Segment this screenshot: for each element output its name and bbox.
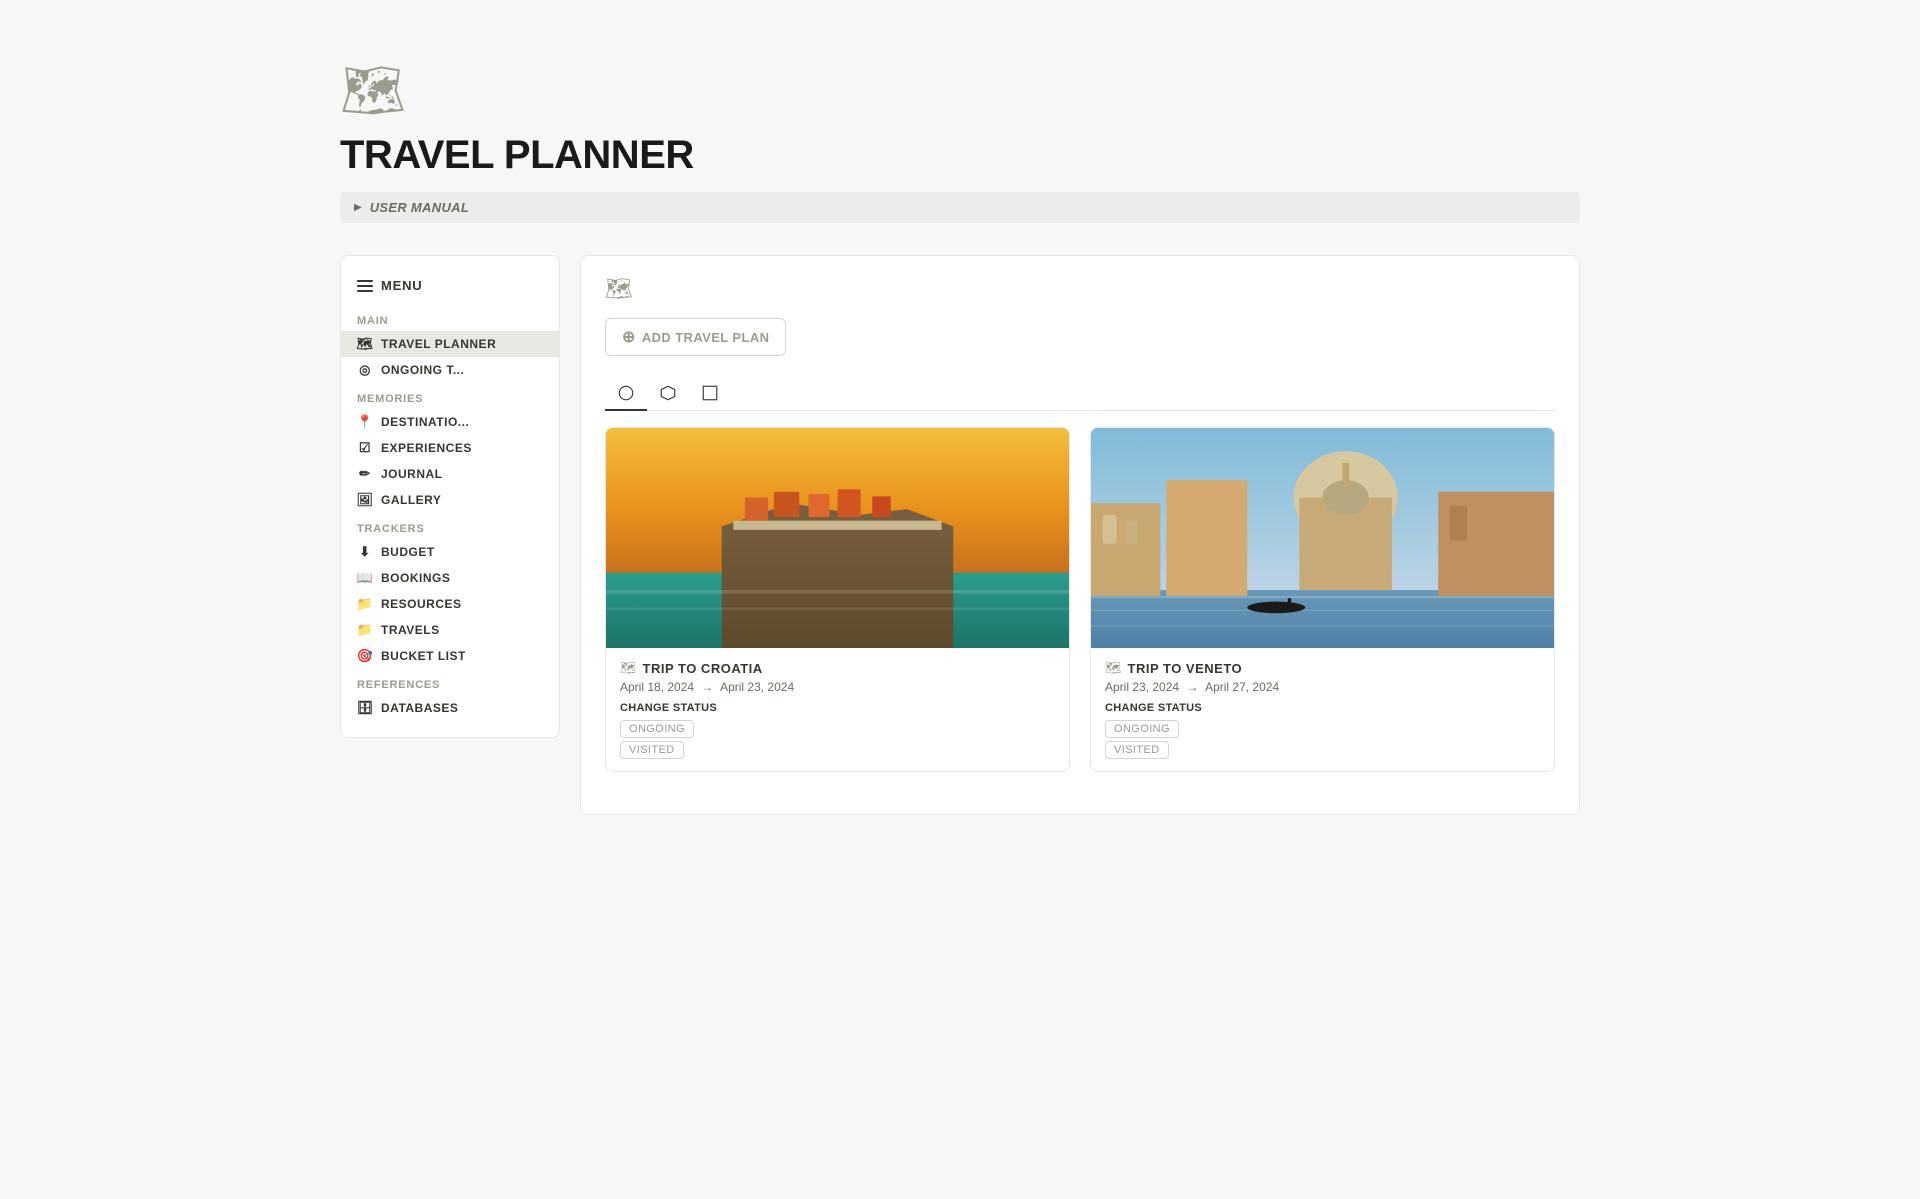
sidebar-item-bucket-list[interactable]: 🎯 BUCKET LIST — [341, 643, 559, 669]
croatia-card-dates: April 18, 2024 → April 23, 2024 — [620, 680, 1055, 694]
bucket-list-icon: 🎯 — [357, 648, 373, 664]
veneto-card-icon: 🗺 — [1105, 660, 1122, 676]
tab-square-view[interactable] — [689, 376, 731, 410]
panel-map-icon: 🗺 — [605, 276, 1555, 302]
croatia-status-ongoing[interactable]: ONGOING — [620, 720, 694, 738]
sidebar-item-databases[interactable]: 🗄 DATABASES — [341, 695, 559, 721]
veneto-status-ongoing[interactable]: ONGOING — [1105, 720, 1179, 738]
travel-card-veneto[interactable]: 🗺 TRIP TO VENETO April 23, 2024 → April … — [1090, 427, 1555, 772]
sidebar-item-bookings[interactable]: 📖 BOOKINGS — [341, 565, 559, 591]
croatia-title-row: 🗺 TRIP TO CROATIA — [620, 660, 1055, 676]
hamburger-icon — [357, 280, 373, 292]
veneto-date-end: April 27, 2024 — [1205, 680, 1279, 694]
user-manual-arrow-icon: ▶ — [354, 202, 362, 213]
travels-icon: 📁 — [357, 622, 373, 638]
sidebar-menu-header: MENU — [341, 272, 559, 305]
page-container: 🗺 TRAVEL PLANNER ▶ USER MANUAL MENU MAIN… — [260, 0, 1660, 875]
page-icon: 🗺 — [340, 60, 1580, 121]
budget-icon: ⬇ — [357, 544, 373, 560]
sidebar-item-destinations[interactable]: 📍 DESTINATIO... — [341, 409, 559, 435]
sidebar-item-budget[interactable]: ⬇ BUDGET — [341, 539, 559, 565]
travel-planner-icon: 🗺 — [357, 336, 373, 352]
tab-circle-view[interactable] — [605, 376, 647, 410]
croatia-status-badges: ONGOING VISITED — [620, 720, 1055, 759]
user-manual-bar[interactable]: ▶ USER MANUAL — [340, 192, 1580, 223]
plus-icon: ⊕ — [622, 327, 636, 347]
add-travel-plan-button[interactable]: ⊕ ADD TRAVEL PLAN — [605, 318, 786, 356]
croatia-date-end: April 23, 2024 — [720, 680, 794, 694]
veneto-status-badges: ONGOING VISITED — [1105, 720, 1540, 759]
sidebar: MENU MAIN 🗺 TRAVEL PLANNER ◎ ONGOING T..… — [340, 255, 560, 738]
circle-view-icon — [617, 384, 635, 402]
gallery-icon: 🖼 — [357, 492, 373, 508]
croatia-card-title: TRIP TO CROATIA — [643, 661, 763, 676]
sidebar-item-label: TRAVEL PLANNER — [381, 337, 496, 351]
ongoing-icon: ◎ — [357, 362, 373, 378]
section-title-main: MAIN — [341, 305, 559, 331]
view-tabs — [605, 376, 1555, 411]
sidebar-item-label: ONGOING T... — [381, 363, 464, 377]
section-title-references: REFERENCES — [341, 669, 559, 695]
sidebar-item-travel-planner[interactable]: 🗺 TRAVEL PLANNER — [341, 331, 559, 357]
sidebar-item-travels[interactable]: 📁 TRAVELS — [341, 617, 559, 643]
resources-icon: 📁 — [357, 596, 373, 612]
section-title-trackers: TRACKERS — [341, 513, 559, 539]
sidebar-item-label: EXPERIENCES — [381, 441, 472, 455]
section-title-memories: MEMORIES — [341, 383, 559, 409]
experiences-icon: ☑ — [357, 440, 373, 456]
sidebar-item-label: RESOURCES — [381, 597, 462, 611]
veneto-card-image — [1091, 428, 1554, 648]
croatia-card-body: 🗺 TRIP TO CROATIA April 18, 2024 → April… — [606, 648, 1069, 771]
croatia-card-icon: 🗺 — [620, 660, 637, 676]
sidebar-item-experiences[interactable]: ☑ EXPERIENCES — [341, 435, 559, 461]
date-arrow-icon: → — [1186, 680, 1198, 694]
tab-hexagon-view[interactable] — [647, 376, 689, 410]
sidebar-item-label: TRAVELS — [381, 623, 440, 637]
travel-card-croatia[interactable]: 🗺 TRIP TO CROATIA April 18, 2024 → April… — [605, 427, 1070, 772]
main-panel: 🗺 ⊕ ADD TRAVEL PLAN — [580, 255, 1580, 815]
add-travel-btn-label: ADD TRAVEL PLAN — [642, 330, 770, 345]
databases-icon: 🗄 — [357, 700, 373, 716]
croatia-status-visited[interactable]: VISITED — [620, 741, 684, 759]
sidebar-item-label: JOURNAL — [381, 467, 443, 481]
croatia-card-image — [606, 428, 1069, 648]
sidebar-item-label: BUDGET — [381, 545, 435, 559]
user-manual-label: USER MANUAL — [370, 200, 469, 215]
menu-label: MENU — [381, 278, 422, 293]
sidebar-item-label: GALLERY — [381, 493, 441, 507]
content-area: MENU MAIN 🗺 TRAVEL PLANNER ◎ ONGOING T..… — [340, 255, 1580, 815]
bookings-icon: 📖 — [357, 570, 373, 586]
square-view-icon — [701, 384, 719, 402]
sidebar-item-gallery[interactable]: 🖼 GALLERY — [341, 487, 559, 513]
sidebar-item-journal[interactable]: ✏ JOURNAL — [341, 461, 559, 487]
cards-grid: 🗺 TRIP TO CROATIA April 18, 2024 → April… — [605, 427, 1555, 772]
veneto-card-title: TRIP TO VENETO — [1128, 661, 1243, 676]
sidebar-item-ongoing[interactable]: ◎ ONGOING T... — [341, 357, 559, 383]
veneto-title-row: 🗺 TRIP TO VENETO — [1105, 660, 1540, 676]
hexagon-view-icon — [659, 384, 677, 402]
sidebar-item-label: DATABASES — [381, 701, 458, 715]
croatia-date-start: April 18, 2024 — [620, 680, 694, 694]
veneto-card-dates: April 23, 2024 → April 27, 2024 — [1105, 680, 1540, 694]
sidebar-item-label: BOOKINGS — [381, 571, 450, 585]
sidebar-item-label: BUCKET LIST — [381, 649, 466, 663]
date-arrow-icon: → — [701, 680, 713, 694]
destinations-icon: 📍 — [357, 414, 373, 430]
sidebar-item-resources[interactable]: 📁 RESOURCES — [341, 591, 559, 617]
croatia-change-status-label: CHANGE STATUS — [620, 702, 1055, 714]
page-title: TRAVEL PLANNER — [340, 133, 1580, 178]
veneto-change-status-label: CHANGE STATUS — [1105, 702, 1540, 714]
veneto-date-start: April 23, 2024 — [1105, 680, 1179, 694]
journal-icon: ✏ — [357, 466, 373, 482]
veneto-card-body: 🗺 TRIP TO VENETO April 23, 2024 → April … — [1091, 648, 1554, 771]
veneto-status-visited[interactable]: VISITED — [1105, 741, 1169, 759]
sidebar-item-label: DESTINATIO... — [381, 415, 469, 429]
